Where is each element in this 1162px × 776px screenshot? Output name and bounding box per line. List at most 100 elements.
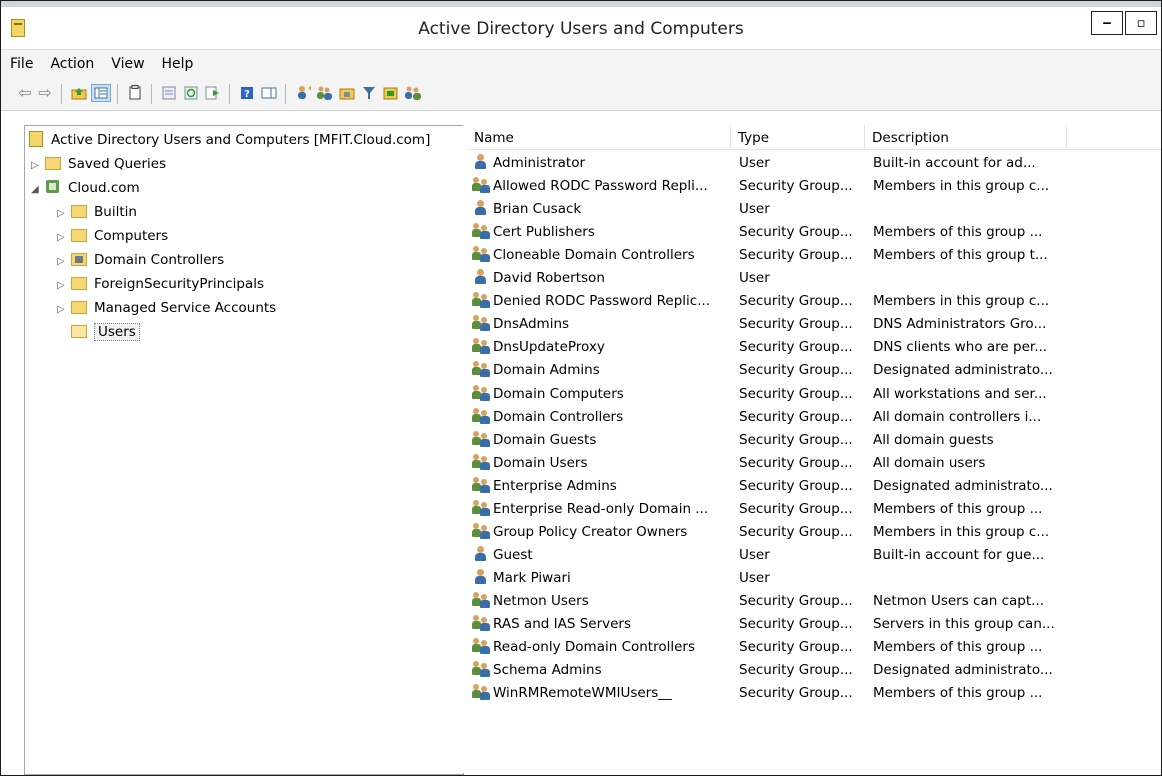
column-header-type[interactable]: Type	[731, 125, 865, 149]
filter-icon[interactable]	[359, 84, 379, 102]
table-row[interactable]: Read-only Domain Controllers Security Gro…	[467, 636, 1161, 659]
cell-type: Security Group...	[739, 477, 853, 494]
table-row[interactable]: David Robertson User	[467, 267, 1161, 290]
table-row[interactable]: Guest User Built-in account for gue...	[467, 544, 1161, 567]
expand-arrow-icon[interactable]: ▷	[57, 203, 71, 225]
object-name: Cloneable Domain Controllers	[493, 247, 695, 264]
group-icon	[472, 315, 490, 332]
table-row[interactable]: Netmon Users Security Group... Netmon User…	[467, 590, 1161, 613]
help-icon[interactable]: ?	[237, 84, 257, 102]
column-header-name[interactable]: Name	[467, 125, 731, 149]
tree-item-managed-service-accounts[interactable]: ▷ Managed Service Accounts	[57, 297, 276, 319]
tree-item-computers[interactable]: ▷ Computers	[57, 225, 168, 247]
expand-arrow-icon[interactable]: ▷	[57, 275, 71, 297]
cell-description: Built-in account for gue...	[873, 546, 1045, 563]
cell-description: Built-in account for ad...	[873, 155, 1036, 171]
table-row[interactable]: Denied RODC Password Replic... Security G…	[467, 290, 1161, 313]
show-console-tree-icon[interactable]	[91, 84, 111, 102]
group-icon	[472, 522, 490, 539]
add-to-group-icon[interactable]	[403, 84, 423, 102]
tree-item-foreign-security-principals[interactable]: ▷ ForeignSecurityPrincipals	[57, 273, 264, 295]
cell-description: DNS Administrators Gro...	[873, 316, 1047, 333]
new-user-icon[interactable]: ✦	[293, 84, 313, 102]
cell-name: Cloneable Domain Controllers	[472, 244, 730, 267]
window-title: Active Directory Users and Computers	[418, 19, 744, 39]
tree-item-domain[interactable]: ◢ Cloud.com	[31, 177, 140, 199]
cell-name: Brian Cusack	[472, 198, 730, 221]
tree-item-saved-queries[interactable]: ▷ Saved Queries	[31, 153, 166, 175]
user-icon	[472, 568, 490, 585]
cell-name: Denied RODC Password Replic...	[472, 290, 730, 313]
table-row[interactable]: Domain Admins Security Group... Designated…	[467, 359, 1161, 382]
table-row[interactable]: DnsAdmins Security Group... DNS Administra…	[467, 313, 1161, 336]
minimize-button[interactable]: ‒	[1091, 11, 1123, 35]
table-row[interactable]: Allowed RODC Password Repli... Security G…	[467, 175, 1161, 198]
table-row[interactable]: Administrator User Built-in account for ad…	[467, 152, 1161, 175]
tree-item-users[interactable]: Users	[71, 321, 140, 343]
cell-type: Security Group...	[739, 662, 853, 679]
back-arrow-icon[interactable]: ⇦	[15, 84, 35, 102]
table-row[interactable]: Brian Cusack User	[467, 198, 1161, 221]
table-row[interactable]: Enterprise Admins Security Group... Design…	[467, 475, 1161, 498]
title-bar[interactable]: Active Directory Users and Computers ‒ ▫	[1, 7, 1161, 50]
cell-name: Domain Admins	[472, 359, 730, 382]
action-pane-icon[interactable]	[259, 84, 279, 102]
object-name: Group Policy Creator Owners	[493, 523, 688, 540]
expand-arrow-icon[interactable]: ▷	[57, 299, 71, 321]
object-name: Domain Guests	[493, 431, 597, 448]
menu-bar: File Action View Help	[1, 50, 1161, 76]
table-row[interactable]: RAS and IAS Servers Security Group... Serv…	[467, 613, 1161, 636]
menu-help[interactable]: Help	[153, 50, 202, 72]
table-row[interactable]: Mark Piwari User	[467, 567, 1161, 590]
new-ou-icon[interactable]	[337, 84, 357, 102]
user-icon	[472, 269, 490, 285]
table-row[interactable]: Domain Users Security Group... All domain …	[467, 452, 1161, 475]
tree-item-domain-controllers[interactable]: ▷ Domain Controllers	[57, 249, 224, 271]
export-list-icon[interactable]	[203, 84, 223, 102]
restore-button[interactable]: ▫	[1125, 11, 1157, 35]
refresh-icon[interactable]	[181, 84, 201, 102]
new-group-icon[interactable]	[315, 84, 335, 102]
up-folder-icon[interactable]	[69, 84, 89, 102]
table-row[interactable]: Cert Publishers Security Group... Members …	[467, 221, 1161, 244]
forward-arrow-icon[interactable]: ⇨	[35, 84, 55, 102]
details-list[interactable]: Name Type Description Administrator User B…	[467, 125, 1161, 775]
table-row[interactable]: Group Policy Creator Owners Security Grou…	[467, 521, 1161, 544]
window-controls: ‒ ▫	[1091, 11, 1157, 35]
expand-arrow-icon[interactable]: ▷	[31, 155, 45, 177]
ou-folder-icon	[71, 253, 87, 266]
table-row[interactable]: Enterprise Read-only Domain ... Security …	[467, 498, 1161, 521]
table-row[interactable]: Domain Guests Security Group... All domain…	[467, 429, 1161, 452]
properties-icon[interactable]	[159, 84, 179, 102]
object-name: Mark Piwari	[493, 569, 571, 586]
menu-action[interactable]: Action	[41, 50, 102, 72]
group-icon	[472, 177, 490, 194]
cell-type: User	[739, 569, 770, 586]
column-header-description[interactable]: Description	[865, 125, 1067, 149]
pane-splitter[interactable]	[463, 125, 466, 773]
tree-item-label: Saved Queries	[68, 156, 167, 172]
find-icon[interactable]	[381, 84, 401, 102]
cell-name: Cert Publishers	[472, 221, 730, 244]
cell-name: RAS and IAS Servers	[472, 613, 730, 636]
menu-view[interactable]: View	[102, 50, 152, 72]
table-row[interactable]: WinRMRemoteWMIUsers__ Security Group... Me…	[467, 682, 1161, 705]
expand-arrow-icon[interactable]: ▷	[57, 227, 71, 249]
table-row[interactable]: DnsUpdateProxy Security Group... DNS clien…	[467, 336, 1161, 359]
table-row[interactable]: Domain Computers Security Group... All wor…	[467, 383, 1161, 406]
tree-root[interactable]: Active Directory Users and Computers [MF…	[29, 129, 430, 151]
object-name: Enterprise Admins	[493, 477, 617, 494]
cell-description: All domain controllers i...	[873, 408, 1042, 425]
expand-arrow-icon[interactable]: ▷	[57, 251, 71, 273]
table-row[interactable]: Cloneable Domain Controllers Security Gro…	[467, 244, 1161, 267]
copy-icon[interactable]	[125, 84, 145, 102]
toolbar-separator	[151, 84, 152, 104]
menu-file[interactable]: File	[1, 50, 41, 72]
tree-item-builtin[interactable]: ▷ Builtin	[57, 201, 137, 223]
object-name: David Robertson	[493, 270, 605, 287]
table-row[interactable]: Domain Controllers Security Group... All d…	[467, 406, 1161, 429]
collapse-arrow-icon[interactable]: ◢	[31, 179, 45, 201]
tree-item-label: ForeignSecurityPrincipals	[94, 276, 264, 292]
table-row[interactable]: Schema Admins Security Group... Designated…	[467, 659, 1161, 682]
console-tree[interactable]: Active Directory Users and Computers [MF…	[24, 125, 464, 775]
